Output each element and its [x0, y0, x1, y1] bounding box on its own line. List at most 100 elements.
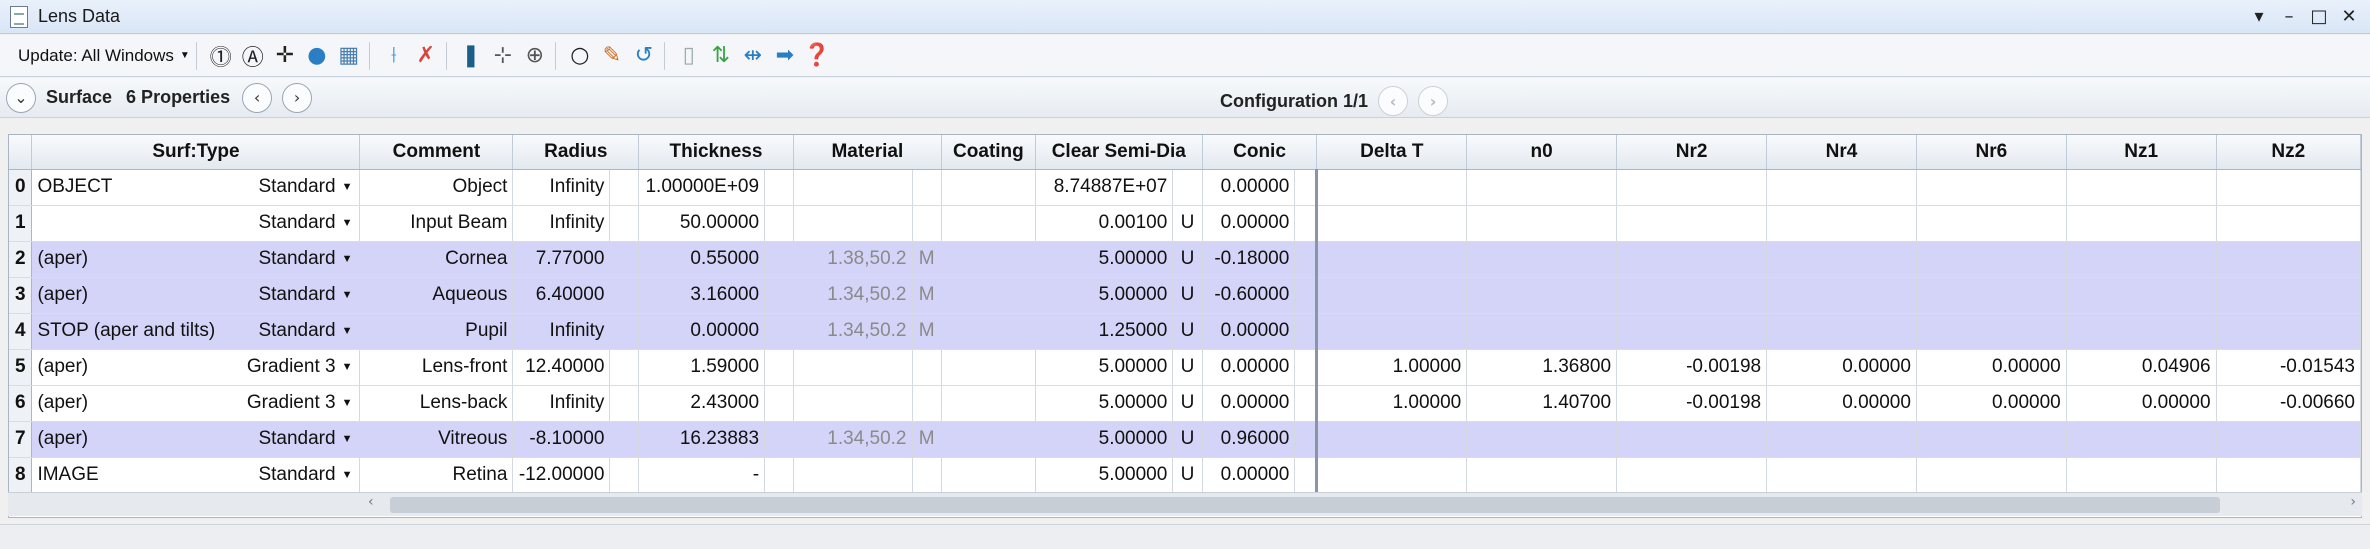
clear-semi-dia-cell[interactable]: 5.00000 — [1035, 457, 1174, 494]
delta-t-cell[interactable] — [1316, 277, 1468, 314]
material-cell[interactable]: 1.34,50.2 — [793, 313, 913, 350]
nr6-cell[interactable] — [1916, 241, 2067, 278]
row-number[interactable]: 0 — [9, 169, 33, 206]
clear-semi-dia-cell[interactable]: 5.00000 — [1035, 241, 1174, 278]
n0-cell[interactable] — [1466, 421, 1618, 458]
row-number[interactable]: 3 — [9, 277, 33, 314]
undo-icon[interactable]: ↺ — [630, 42, 658, 70]
clear-semi-dia-cell[interactable]: 5.00000 — [1035, 349, 1174, 386]
minimize-icon[interactable]: – — [2276, 4, 2302, 30]
column-header[interactable]: Conic — [1202, 135, 1318, 170]
thickness-cell[interactable]: 1.00000E+09 — [638, 169, 766, 206]
nr6-cell[interactable] — [1916, 457, 2067, 494]
material-solve-cell[interactable]: M — [912, 241, 942, 278]
column-header[interactable]: Nr4 — [1766, 135, 1917, 170]
close-icon[interactable]: ✕ — [2336, 4, 2362, 30]
material-cell[interactable] — [793, 169, 913, 206]
thickness-cell[interactable]: 3.16000 — [638, 277, 766, 314]
expand-properties-button[interactable]: ⌄ — [6, 82, 36, 113]
conic-solve-cell[interactable] — [1294, 205, 1319, 242]
column-header[interactable]: Comment — [359, 135, 514, 170]
material-solve-cell[interactable]: M — [912, 277, 942, 314]
prev-surface-button[interactable]: ‹ — [242, 82, 273, 113]
comment-cell[interactable]: Pupil — [359, 313, 514, 350]
column-header[interactable]: Coating — [941, 135, 1036, 170]
nz2-cell[interactable] — [2216, 457, 2361, 494]
conic-cell[interactable]: -0.18000 — [1202, 241, 1296, 278]
thickness-cell[interactable]: 0.00000 — [638, 313, 766, 350]
comment-cell[interactable]: Aqueous — [359, 277, 514, 314]
comment-cell[interactable]: Retina — [359, 457, 514, 494]
thickness-solve-cell[interactable] — [764, 205, 794, 242]
radius-solve-cell[interactable] — [609, 349, 640, 386]
horizontal-scrollbar[interactable]: ‹ › — [8, 492, 2362, 516]
thickness-cell[interactable]: 50.00000 — [638, 205, 766, 242]
nr4-cell[interactable] — [1766, 205, 1917, 242]
nr6-cell[interactable] — [1916, 421, 2067, 458]
radius-cell[interactable]: -12.00000 — [512, 457, 611, 494]
column-header[interactable]: Nz2 — [2216, 135, 2361, 170]
coating-cell[interactable] — [941, 349, 1036, 386]
delta-t-cell[interactable] — [1316, 421, 1468, 458]
table-row[interactable]: 8 IMAGE Standard ▼ Retina -12.00000- 5.00000 U 0… — [9, 457, 2361, 494]
surf-type-cell[interactable]: Standard ▼ — [31, 205, 361, 242]
nz2-cell[interactable] — [2216, 205, 2361, 242]
reload-one-icon[interactable]: ⓵ — [207, 42, 235, 71]
nr4-cell[interactable] — [1766, 421, 1917, 458]
nr4-cell[interactable] — [1766, 457, 1917, 494]
tilt-icon[interactable]: ⊕ — [521, 42, 549, 70]
nr6-cell[interactable] — [1916, 277, 2067, 314]
surface-type-dropdown[interactable]: Standard ▼ — [258, 320, 354, 342]
maximize-icon[interactable]: □ — [2306, 4, 2332, 30]
n0-cell[interactable] — [1466, 241, 1618, 278]
delta-t-cell[interactable] — [1316, 205, 1468, 242]
clear-semi-dia-cell[interactable]: 5.00000 — [1035, 421, 1174, 458]
nr4-cell[interactable] — [1766, 277, 1917, 314]
coating-cell[interactable] — [941, 421, 1036, 458]
thickness-solve-cell[interactable] — [764, 277, 794, 314]
conic-solve-cell[interactable] — [1294, 385, 1319, 422]
conic-cell[interactable]: 0.00000 — [1202, 385, 1296, 422]
radius-solve-cell[interactable] — [609, 457, 640, 494]
nr6-cell[interactable] — [1916, 313, 2067, 350]
nz2-cell[interactable] — [2216, 169, 2361, 206]
nr2-cell[interactable] — [1616, 457, 1768, 494]
globe-icon[interactable]: ● — [303, 42, 331, 70]
material-cell[interactable] — [793, 349, 913, 386]
next-surface-button[interactable]: › — [282, 82, 313, 113]
prev-config-button[interactable]: ‹ — [1378, 86, 1408, 116]
nz1-cell[interactable] — [2066, 241, 2217, 278]
conic-solve-cell[interactable] — [1294, 457, 1319, 494]
table-row[interactable]: 1 Standard ▼ Input Beam Infinity 50.00000 0.00… — [9, 205, 2361, 242]
row-number[interactable]: 6 — [9, 385, 33, 422]
delta-t-cell[interactable] — [1316, 241, 1468, 278]
clear-semi-dia-solve-cell[interactable]: U — [1172, 421, 1203, 458]
aperture-icon[interactable]: ○ — [566, 42, 594, 70]
nz1-cell[interactable] — [2066, 277, 2217, 314]
page-icon[interactable]: ▯ — [675, 42, 703, 70]
thickness-solve-cell[interactable] — [764, 169, 794, 206]
surface-type-dropdown[interactable]: Standard ▼ — [258, 284, 354, 306]
column-header[interactable]: Clear Semi-Dia — [1035, 135, 1203, 170]
coating-cell[interactable] — [941, 277, 1036, 314]
nz2-cell[interactable] — [2216, 241, 2361, 278]
clear-semi-dia-solve-cell[interactable]: U — [1172, 205, 1203, 242]
thickness-solve-cell[interactable] — [764, 457, 794, 494]
thickness-cell[interactable]: 16.23883 — [638, 421, 766, 458]
coating-cell[interactable] — [941, 241, 1036, 278]
radius-solve-cell[interactable] — [609, 385, 640, 422]
n0-cell[interactable] — [1466, 277, 1618, 314]
nr4-cell[interactable] — [1766, 241, 1917, 278]
thickness-cell[interactable]: 0.55000 — [638, 241, 766, 278]
lens-group-icon[interactable]: ❚ — [457, 42, 485, 70]
swap-arrows-icon[interactable]: ⇅ — [707, 42, 735, 70]
row-number[interactable]: 5 — [9, 349, 33, 386]
radius-cell[interactable]: 6.40000 — [512, 277, 611, 314]
row-number[interactable]: 8 — [9, 457, 33, 494]
table-row[interactable]: 3 (aper) Standard ▼ Aqueous 6.40000 3.16000 1.3… — [9, 277, 2361, 314]
surf-type-cell[interactable]: (aper) Standard ▼ — [31, 421, 361, 458]
material-solve-cell[interactable] — [912, 385, 942, 422]
nr4-cell[interactable] — [1766, 169, 1917, 206]
clear-semi-dia-solve-cell[interactable]: U — [1172, 385, 1203, 422]
material-solve-cell[interactable]: M — [912, 421, 942, 458]
